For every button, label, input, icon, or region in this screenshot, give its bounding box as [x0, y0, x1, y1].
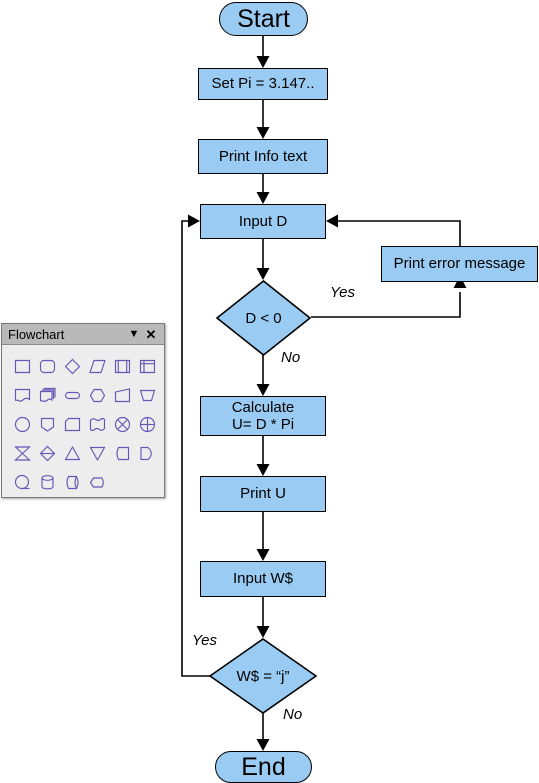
palette-shape-flowchart-punched-tape[interactable]: [85, 410, 110, 439]
node-print-error[interactable]: Print error message: [381, 246, 538, 282]
palette-shape-flowchart-direct-access-storage[interactable]: [60, 468, 85, 497]
node-print-info-label: Print Info text: [218, 147, 308, 165]
palette-title-label: Flowchart: [8, 326, 65, 342]
palette-titlebar[interactable]: Flowchart ▼ ✕: [2, 324, 164, 345]
chevron-down-icon[interactable]: ▼: [127, 326, 141, 342]
palette-shape-grid: [2, 345, 166, 497]
flowchart-shapes-palette[interactable]: Flowchart ▼ ✕: [1, 323, 165, 498]
palette-shape-flowchart-process[interactable]: [10, 352, 35, 381]
node-print-u-label: Print U: [240, 485, 286, 503]
node-end-label: End: [241, 752, 286, 781]
node-set-pi[interactable]: Set Pi = 3.147..: [198, 68, 328, 100]
palette-shape-flowchart-internal-storage[interactable]: [135, 352, 160, 381]
diagram-canvas: Start Set Pi = 3.147.. Print Info text I…: [0, 0, 539, 783]
palette-shape-flowchart-manual-input[interactable]: [110, 381, 135, 410]
palette-shape-flowchart-delay[interactable]: [135, 439, 160, 468]
node-input-d-label: Input D: [238, 212, 288, 230]
node-calculate-label: Calculate U= D * Pi: [231, 398, 295, 433]
palette-shape-flowchart-decision[interactable]: [60, 352, 85, 381]
node-decision-w-label: W$ = “j”: [236, 667, 290, 685]
edge-label-w-yes: Yes: [192, 632, 218, 649]
palette-shape-flowchart-magnetic-disc[interactable]: [35, 468, 60, 497]
palette-shape-flowchart-alternate-process[interactable]: [35, 352, 60, 381]
palette-shape-flowchart-or[interactable]: [135, 410, 160, 439]
node-start-label: Start: [237, 4, 290, 33]
palette-shape-flowchart-stored-data[interactable]: [110, 439, 135, 468]
palette-shape-flowchart-connector[interactable]: [10, 410, 35, 439]
palette-shape-flowchart-sequential-access[interactable]: [10, 468, 35, 497]
edge-label-w-no: No: [283, 706, 303, 723]
palette-shape-flowchart-merge[interactable]: [85, 439, 110, 468]
palette-shape-flowchart-collate[interactable]: [10, 439, 35, 468]
edge-label-d-no: No: [281, 349, 301, 366]
node-calculate[interactable]: Calculate U= D * Pi: [200, 396, 326, 436]
close-icon[interactable]: ✕: [144, 326, 158, 342]
palette-shape-flowchart-document[interactable]: [10, 381, 35, 410]
palette-shape-flowchart-display[interactable]: [85, 468, 110, 497]
palette-shape-flowchart-summing-junction[interactable]: [110, 410, 135, 439]
node-end[interactable]: End: [215, 751, 312, 783]
node-decision-d-label: D < 0: [245, 309, 282, 327]
palette-shape-flowchart-sort[interactable]: [35, 439, 60, 468]
node-print-u[interactable]: Print U: [200, 476, 326, 512]
node-decision-d[interactable]: D < 0: [216, 280, 311, 356]
palette-shape-flowchart-preparation[interactable]: [85, 381, 110, 410]
edge-label-d-yes: Yes: [330, 284, 356, 301]
node-print-error-label: Print error message: [393, 255, 526, 273]
node-start[interactable]: Start: [219, 2, 308, 36]
node-print-info[interactable]: Print Info text: [198, 139, 328, 174]
palette-shape-flowchart-data[interactable]: [85, 352, 110, 381]
palette-shape-flowchart-multidocument[interactable]: [35, 381, 60, 410]
palette-shape-flowchart-terminator[interactable]: [60, 381, 85, 410]
node-input-d[interactable]: Input D: [200, 204, 326, 239]
node-input-w-label: Input W$: [232, 570, 294, 588]
palette-shape-flowchart-extract[interactable]: [60, 439, 85, 468]
palette-shape-flowchart-manual-operation[interactable]: [135, 381, 160, 410]
palette-shape-flowchart-card[interactable]: [60, 410, 85, 439]
node-input-w[interactable]: Input W$: [200, 561, 326, 597]
palette-shape-flowchart-predefined-process[interactable]: [110, 352, 135, 381]
node-set-pi-label: Set Pi = 3.147..: [211, 75, 315, 93]
node-decision-w[interactable]: W$ = “j”: [209, 638, 317, 714]
palette-shape-flowchart-off-page-connector[interactable]: [35, 410, 60, 439]
